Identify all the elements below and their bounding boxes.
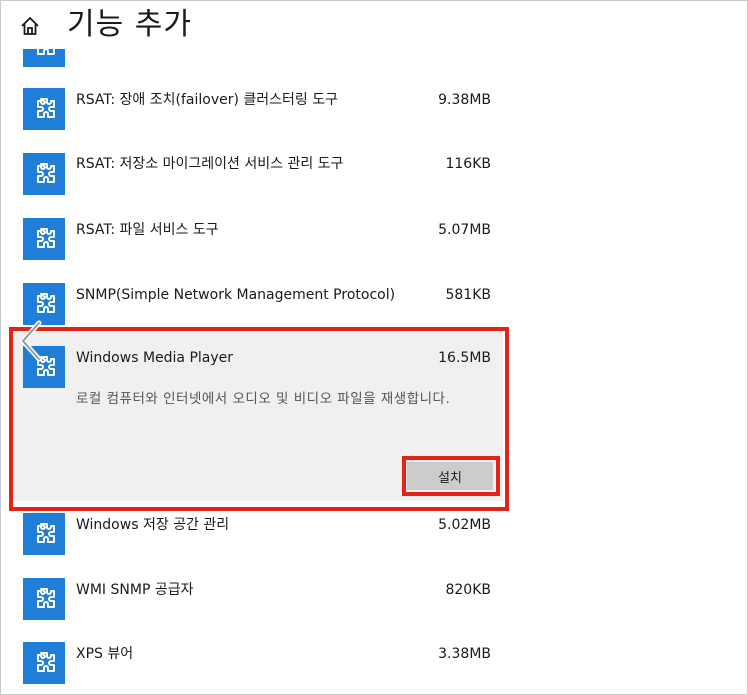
feature-item[interactable]: XPS 뷰어 3.38MB bbox=[1, 637, 521, 694]
feature-item[interactable]: WMI SNMP 공급자 820KB bbox=[1, 573, 521, 635]
feature-item[interactable]: Windows 저장 공간 관리 5.02MB bbox=[1, 508, 521, 570]
feature-name: RSAT: 장애 조치(failover) 클러스터링 도구 bbox=[76, 92, 339, 108]
home-button[interactable] bbox=[15, 11, 45, 41]
puzzle-gear-icon bbox=[37, 163, 55, 183]
install-button[interactable]: 설치 bbox=[407, 462, 493, 490]
puzzle-gear-icon bbox=[37, 228, 55, 248]
back-button[interactable] bbox=[17, 319, 43, 363]
feature-name: Windows 저장 공간 관리 bbox=[76, 517, 230, 533]
feature-item[interactable]: RSAT: 파일 서비스 도구 5.07MB bbox=[1, 213, 521, 275]
feature-icon bbox=[23, 513, 65, 555]
feature-icon bbox=[23, 88, 65, 130]
feature-name: RSAT: 저장소 마이그레이션 서비스 관리 도구 bbox=[76, 156, 344, 172]
puzzle-gear-icon bbox=[37, 523, 55, 543]
puzzle-gear-icon bbox=[37, 98, 55, 118]
feature-item[interactable]: RSAT: 저장소 마이그레이션 서비스 관리 도구 116KB bbox=[1, 148, 521, 210]
feature-name: WMI SNMP 공급자 bbox=[76, 582, 194, 598]
feature-size: 5.07MB bbox=[438, 222, 491, 238]
feature-size: 9.38MB bbox=[438, 92, 491, 108]
selected-feature-size: 16.5MB bbox=[438, 350, 491, 366]
app-window: RSAT: 장애 조치(failover) 클러스터링 도구 9.38MB RS… bbox=[0, 0, 748, 695]
feature-icon bbox=[23, 578, 65, 620]
feature-size: 5.02MB bbox=[438, 517, 491, 533]
feature-icon bbox=[23, 642, 65, 684]
feature-icon bbox=[23, 153, 65, 195]
page-title: 기능 추가 bbox=[67, 7, 192, 42]
feature-icon bbox=[23, 218, 65, 260]
chevron-left-icon bbox=[20, 320, 42, 362]
feature-size: 3.38MB bbox=[438, 646, 491, 662]
selected-feature-panel[interactable]: Windows Media Player 16.5MB 로컬 컴퓨터와 인터넷에… bbox=[13, 331, 503, 501]
feature-name: XPS 뷰어 bbox=[76, 646, 134, 662]
selected-feature-description: 로컬 컴퓨터와 인터넷에서 오디오 및 비디오 파일을 재생합니다. bbox=[76, 391, 451, 407]
puzzle-gear-icon bbox=[37, 652, 55, 672]
feature-name: SNMP(Simple Network Management Protocol) bbox=[76, 287, 396, 303]
feature-size: 581KB bbox=[445, 287, 491, 303]
page-header: 기능 추가 bbox=[1, 1, 747, 49]
feature-name: RSAT: 파일 서비스 도구 bbox=[76, 222, 219, 238]
home-icon bbox=[21, 17, 39, 35]
feature-size: 820KB bbox=[445, 582, 491, 598]
puzzle-gear-icon bbox=[37, 293, 55, 313]
puzzle-gear-icon bbox=[37, 588, 55, 608]
feature-item[interactable]: RSAT: 장애 조치(failover) 클러스터링 도구 9.38MB bbox=[1, 83, 521, 145]
feature-size: 116KB bbox=[445, 156, 491, 172]
selected-feature-name: Windows Media Player bbox=[76, 350, 234, 366]
